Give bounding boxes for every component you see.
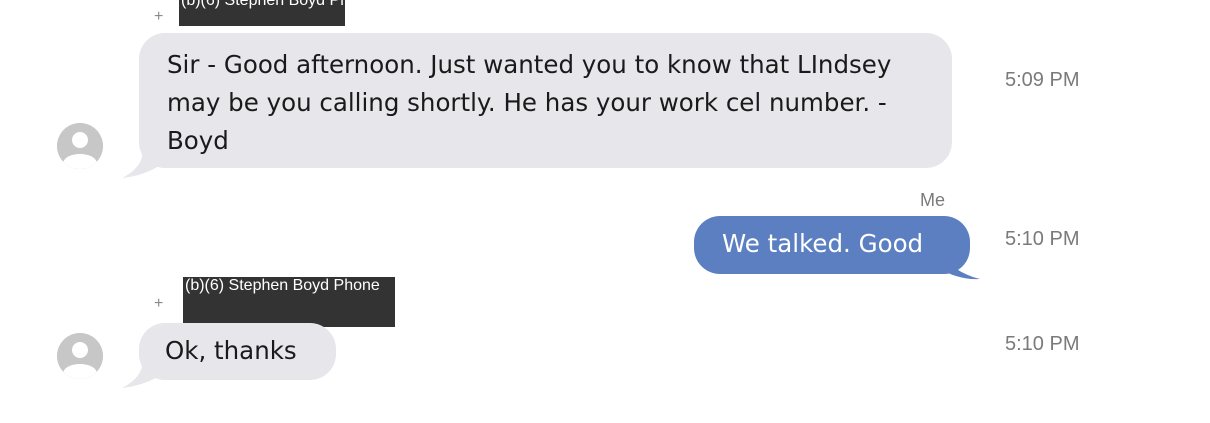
outgoing-message-bubble[interactable]: We talked. Good <box>694 216 970 274</box>
redacted-sender-label: (b)(6) Stephen Boyd Phone <box>183 277 395 327</box>
contact-avatar[interactable] <box>57 123 103 169</box>
sender-prefix: + <box>154 8 164 25</box>
sender-prefix: + <box>154 295 164 312</box>
incoming-message-bubble[interactable]: Sir - Good afternoon. Just wanted you to… <box>139 33 952 168</box>
message-timestamp: 5:10 PM <box>1005 333 1080 355</box>
person-silhouette-icon <box>57 333 103 379</box>
message-timestamp: 5:09 PM <box>1005 69 1080 91</box>
incoming-message-bubble[interactable]: Ok, thanks <box>139 323 336 380</box>
person-silhouette-icon <box>57 123 103 169</box>
sender-label-me: Me <box>920 190 946 210</box>
redacted-sender-label: (b)(6) Stephen Boyd Phone <box>179 0 345 26</box>
message-timestamp: 5:10 PM <box>1005 228 1080 250</box>
contact-avatar[interactable] <box>57 333 103 379</box>
